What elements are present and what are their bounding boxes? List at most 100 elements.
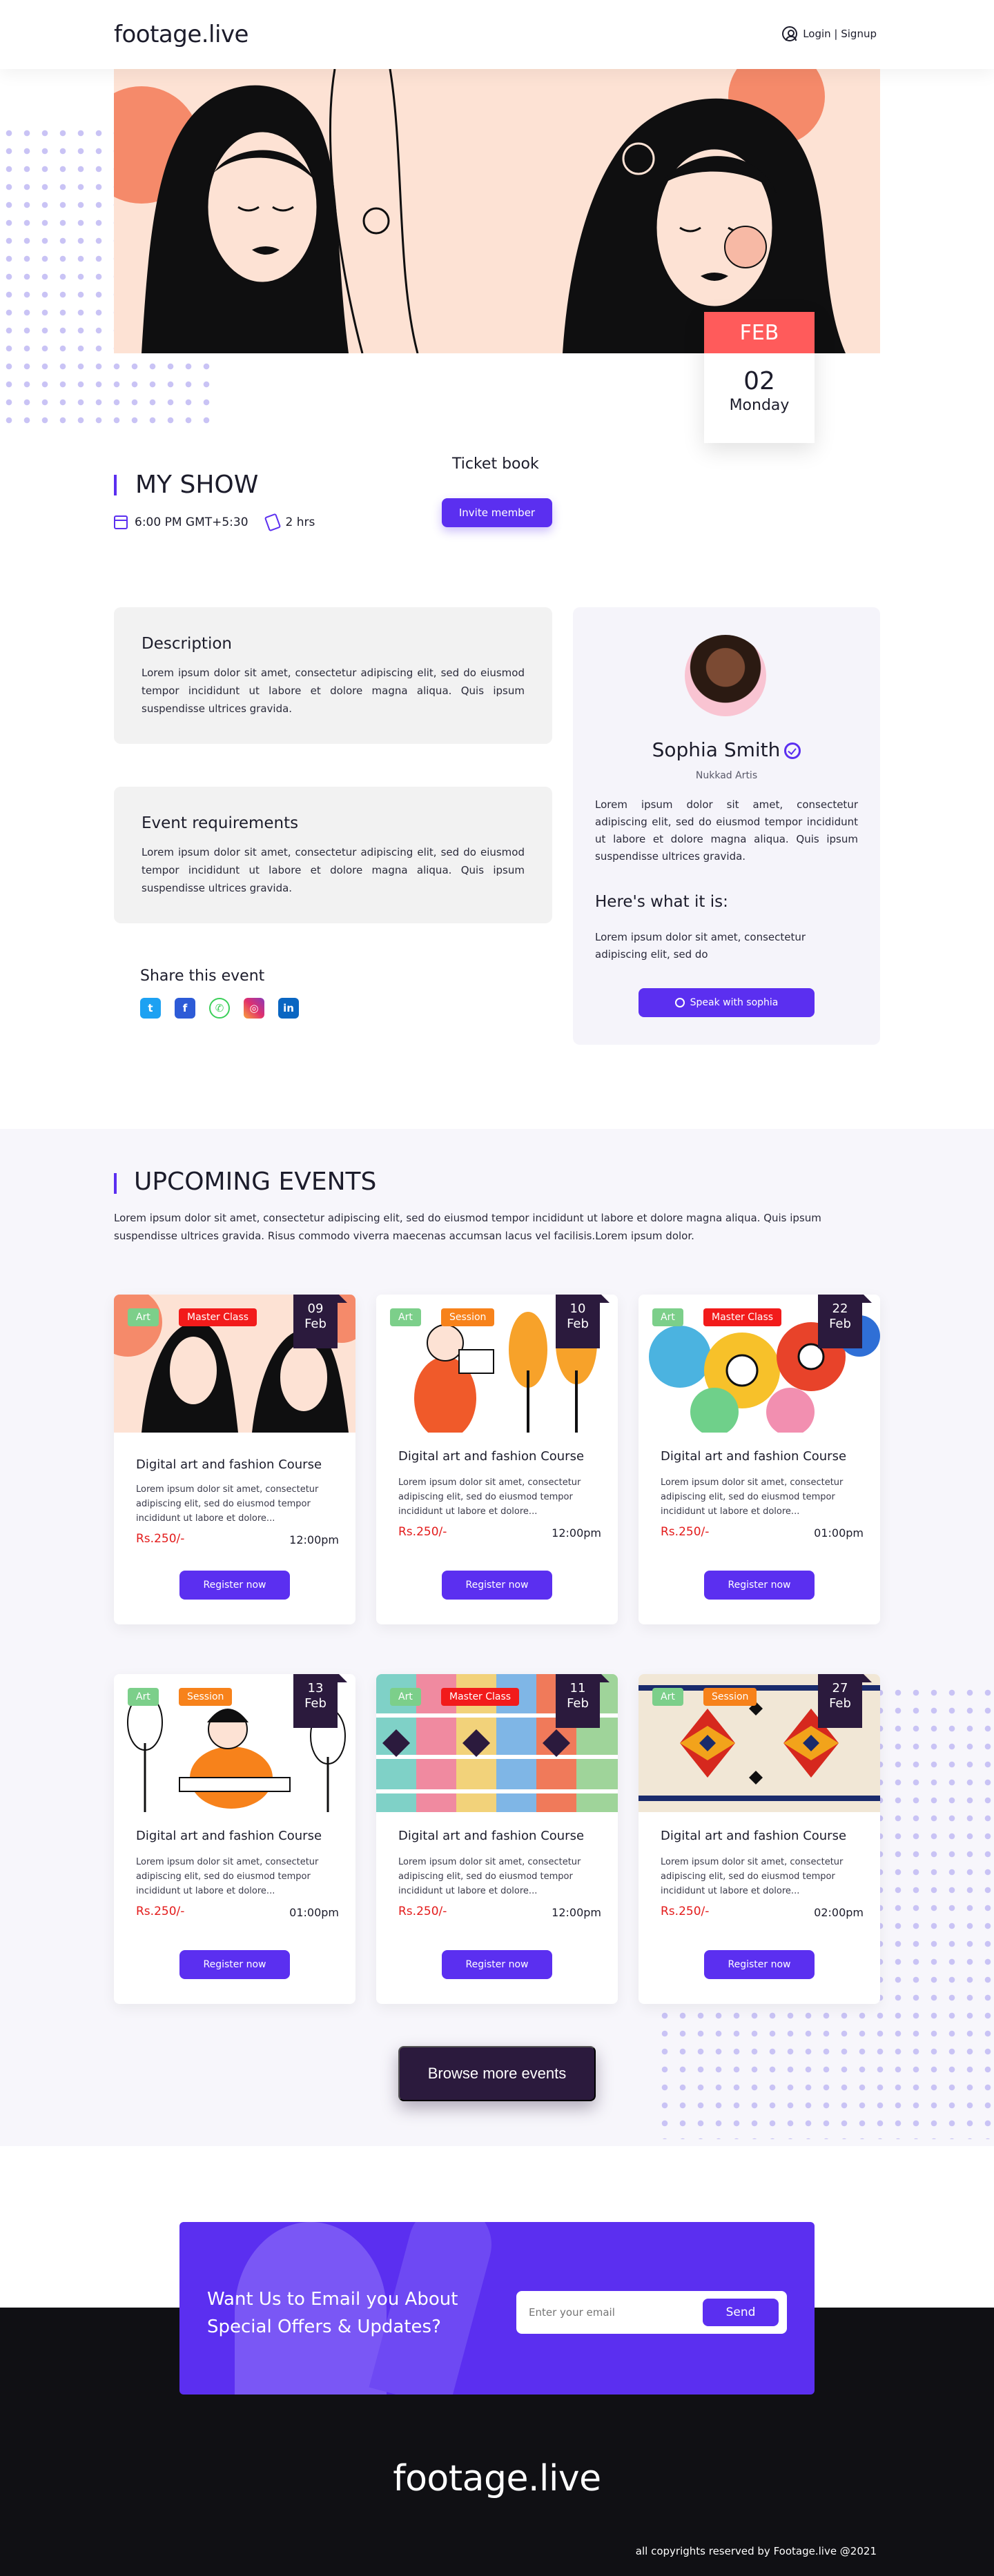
description-title: Description [142, 635, 232, 653]
event-month: Feb [304, 1317, 327, 1331]
newsletter-banner: Want Us to Email you About Special Offer… [179, 2222, 815, 2395]
requirements-card: Event requirements Lorem ipsum dolor sit… [114, 787, 552, 923]
event-card[interactable]: Art Session 13 Feb Digital art and fashi… [114, 1674, 355, 2004]
tag-category: Session [179, 1688, 233, 1706]
event-day: 09 [307, 1301, 324, 1316]
tag-category: Session [703, 1688, 757, 1706]
event-time: 01:00pm [289, 1906, 339, 1919]
event-date-badge: 09 Feb [293, 1295, 347, 1348]
description-text: Lorem ipsum dolor sit amet, consectetur … [142, 667, 525, 715]
event-text: Lorem ipsum dolor sit amet, consectetur … [661, 1857, 844, 1896]
event-date-badge: 13 Feb [293, 1674, 347, 1728]
upcoming-accent-bar [114, 1173, 117, 1194]
tag-art: Art [652, 1688, 683, 1706]
event-text: Lorem ipsum dolor sit amet, consectetur … [398, 1857, 581, 1896]
event-text: Lorem ipsum dolor sit amet, consectetur … [136, 1484, 319, 1524]
register-button[interactable]: Register now [442, 1950, 552, 1979]
footer-logo[interactable]: footage.live [0, 2458, 994, 2499]
linkedin-icon[interactable]: in [278, 998, 299, 1019]
register-button[interactable]: Register now [704, 1571, 815, 1600]
email-input[interactable] [523, 2295, 696, 2330]
whatsapp-icon[interactable]: ✆ [209, 998, 230, 1019]
event-title: Digital art and fashion Course [136, 1457, 322, 1472]
ticket-book-label: Ticket book [452, 455, 539, 473]
ticket-icon [264, 513, 281, 532]
register-button[interactable]: Register now [179, 1571, 290, 1600]
event-date-badge: 10 Feb [556, 1295, 610, 1348]
login-signup-label: Login | Signup [803, 28, 877, 40]
show-title: MY SHOW [135, 471, 259, 499]
upcoming-description: Lorem ipsum dolor sit amet, consectetur … [114, 1212, 821, 1242]
event-month: Feb [829, 1317, 851, 1331]
event-title: Digital art and fashion Course [661, 1449, 847, 1464]
event-time: 01:00pm [814, 1526, 864, 1540]
tag-category: Session [441, 1308, 495, 1326]
register-button[interactable]: Register now [442, 1571, 552, 1600]
browse-more-events-button[interactable]: Browse more events [398, 2046, 596, 2101]
copyright-text: all copyrights reserved by Footage.live … [635, 2545, 877, 2557]
login-signup-link[interactable]: Login | Signup [782, 26, 877, 41]
event-day: 27 [832, 1681, 848, 1695]
description-card: Description Lorem ipsum dolor sit amet, … [114, 607, 552, 744]
event-day: 11 [569, 1681, 586, 1695]
event-month: Feb [567, 1696, 589, 1711]
artist-card: Sophia Smith Nukkad Artis Lorem ipsum do… [573, 607, 880, 1045]
event-price: Rs.250/- [661, 1905, 710, 1918]
facebook-icon[interactable]: f [175, 998, 195, 1019]
instagram-icon[interactable]: ◎ [244, 998, 264, 1019]
artist-name: Sophia Smith [652, 738, 781, 761]
tag-art: Art [128, 1688, 159, 1706]
share-title: Share this event [140, 967, 265, 985]
event-date-badge: 22 Feb [818, 1295, 872, 1348]
artist-subtext: Lorem ipsum dolor sit amet, consectetur … [595, 931, 806, 961]
hero-art [114, 69, 880, 353]
event-day: 22 [832, 1301, 848, 1316]
event-weekday: Monday [729, 397, 790, 414]
event-text: Lorem ipsum dolor sit amet, consectetur … [398, 1477, 581, 1517]
event-text: Lorem ipsum dolor sit amet, consectetur … [136, 1857, 319, 1896]
speak-label: Speak with sophia [690, 997, 779, 1008]
event-card[interactable]: Art Master Class 09 Feb Digital art and … [114, 1295, 355, 1624]
event-title: Digital art and fashion Course [398, 1829, 585, 1843]
upcoming-title: UPCOMING EVENTS [134, 1168, 377, 1196]
event-price: Rs.250/- [398, 1905, 447, 1918]
chat-icon [674, 998, 685, 1007]
calendar-icon [114, 515, 128, 529]
requirements-title: Event requirements [142, 814, 299, 832]
event-day: 10 [569, 1301, 586, 1316]
tag-art: Art [128, 1308, 159, 1326]
event-title: Digital art and fashion Course [661, 1829, 847, 1843]
event-card[interactable]: Art Master Class 22 Feb Digital art and … [639, 1295, 880, 1624]
artist-subtitle: Here's what it is: [595, 893, 728, 911]
artist-bio: Lorem ipsum dolor sit amet, consectetur … [595, 798, 858, 863]
event-date-badge: 27 Feb [818, 1674, 872, 1728]
artist-role: Nukkad Artis [695, 770, 758, 781]
event-time: 12:00pm [552, 1906, 601, 1919]
event-card[interactable]: Art Session 10 Feb Digital art and fashi… [376, 1295, 618, 1624]
event-time: 12:00pm [552, 1526, 601, 1540]
tag-category: Master Class [703, 1308, 782, 1326]
event-date-card: FEB 02 Monday [704, 312, 815, 443]
show-duration: 2 hrs [285, 515, 315, 529]
tag-art: Art [652, 1308, 683, 1326]
event-price: Rs.250/- [661, 1525, 710, 1539]
event-month: Feb [304, 1696, 327, 1711]
show-time: 6:00 PM GMT+5:30 [135, 515, 248, 529]
invite-member-button[interactable]: Invite member [442, 498, 552, 527]
register-button[interactable]: Register now [704, 1950, 815, 1979]
twitter-icon[interactable]: t [140, 998, 161, 1019]
artist-avatar [685, 635, 766, 716]
send-button[interactable]: Send [703, 2299, 779, 2326]
tag-category: Master Class [179, 1308, 257, 1326]
event-month: FEB [704, 312, 815, 353]
newsletter-title: Want Us to Email you About Special Offer… [207, 2289, 458, 2337]
event-card[interactable]: Art Session 27 Feb Digital art and fashi… [639, 1674, 880, 2004]
event-card[interactable]: Art Master Class 11 Feb Digital art and … [376, 1674, 618, 2004]
register-button[interactable]: Register now [179, 1950, 290, 1979]
logo[interactable]: footage.live [114, 21, 248, 48]
event-day: 02 [743, 367, 775, 395]
event-price: Rs.250/- [136, 1905, 185, 1918]
verified-icon [784, 743, 801, 759]
speak-with-artist-button[interactable]: Speak with sophia [639, 988, 815, 1017]
requirements-text: Lorem ipsum dolor sit amet, consectetur … [142, 846, 525, 894]
